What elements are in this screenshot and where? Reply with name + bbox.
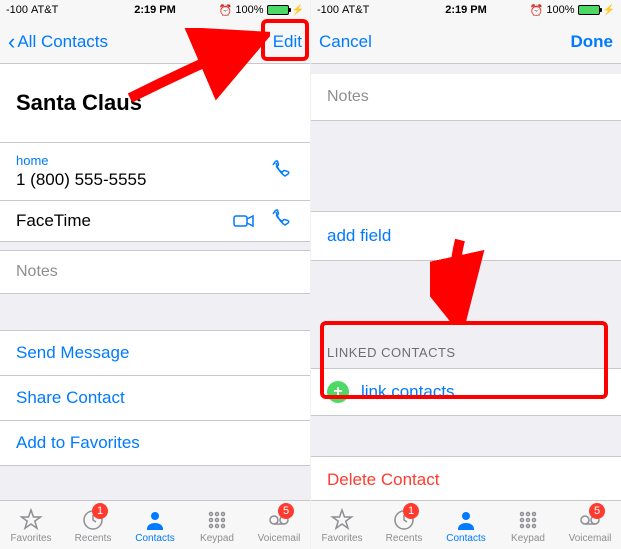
status-time: 2:19 PM xyxy=(134,4,176,16)
tab-label: Contacts xyxy=(446,533,485,544)
recents-badge: 1 xyxy=(92,503,108,519)
charging-icon: ⚡ xyxy=(603,5,615,16)
done-button[interactable]: Done xyxy=(571,32,614,52)
keypad-icon xyxy=(204,507,230,533)
plus-icon: + xyxy=(327,381,349,403)
notes-field[interactable]: Notes xyxy=(311,74,621,121)
add-to-favorites-button[interactable]: Add to Favorites xyxy=(0,420,310,466)
tab-label: Keypad xyxy=(200,533,234,544)
phone-label: home xyxy=(16,153,294,168)
recents-badge: 1 xyxy=(403,503,419,519)
edit-label: Edit xyxy=(273,32,302,52)
signal-strength: -100 xyxy=(317,4,339,16)
person-icon xyxy=(453,507,479,533)
battery-icon xyxy=(267,5,289,15)
tab-recents[interactable]: Recents 1 xyxy=(373,501,435,549)
chevron-left-icon: ‹ xyxy=(8,31,15,53)
tab-bar: Favorites Recents 1 Contacts Keypad Voic… xyxy=(311,500,621,549)
alarm-icon: ⏰ xyxy=(219,4,233,17)
contact-name: Santa Claus xyxy=(0,64,310,143)
tab-label: Recents xyxy=(386,533,423,544)
tab-keypad[interactable]: Keypad xyxy=(186,501,248,549)
tab-voicemail[interactable]: Voicemail 5 xyxy=(248,501,310,549)
link-contacts-button[interactable]: + link contacts… xyxy=(311,368,621,416)
phone-contact-view: -100 AT&T 2:19 PM ⏰ 100% ⚡ ‹ All Contact… xyxy=(0,0,310,549)
tab-contacts[interactable]: Contacts xyxy=(124,501,186,549)
phone-call-icon[interactable] xyxy=(270,160,294,184)
send-message-button[interactable]: Send Message xyxy=(0,330,310,376)
phone-contact-edit: -100 AT&T 2:19 PM ⏰ 100% ⚡ Cancel Done N… xyxy=(311,0,621,549)
tab-recents[interactable]: Recents 1 xyxy=(62,501,124,549)
linked-contacts-header: LINKED CONTACTS xyxy=(311,333,621,368)
tab-favorites[interactable]: Favorites xyxy=(0,501,62,549)
tab-label: Contacts xyxy=(135,533,174,544)
tab-label: Voicemail xyxy=(569,533,612,544)
video-icon[interactable] xyxy=(232,209,256,233)
charging-icon: ⚡ xyxy=(292,5,304,16)
battery-icon xyxy=(578,5,600,15)
voicemail-badge: 5 xyxy=(589,503,605,519)
facetime-row[interactable]: FaceTime xyxy=(0,201,310,242)
share-contact-button[interactable]: Share Contact xyxy=(0,375,310,421)
carrier-name: AT&T xyxy=(342,4,369,16)
tab-label: Keypad xyxy=(511,533,545,544)
phone-row[interactable]: home 1 (800) 555-5555 xyxy=(0,143,310,201)
tab-contacts[interactable]: Contacts xyxy=(435,501,497,549)
tab-label: Voicemail xyxy=(258,533,301,544)
edit-content: Notes add field LINKED CONTACTS + link c… xyxy=(311,64,621,500)
status-bar: -100 AT&T 2:19 PM ⏰ 100% ⚡ xyxy=(311,0,621,20)
nav-bar: ‹ All Contacts Edit xyxy=(0,20,310,64)
battery-percent: 100% xyxy=(546,4,574,16)
tab-label: Recents xyxy=(75,533,112,544)
signal-strength: -100 xyxy=(6,4,28,16)
back-label: All Contacts xyxy=(17,32,108,52)
person-icon xyxy=(142,507,168,533)
done-label: Done xyxy=(571,32,614,52)
phone-number: 1 (800) 555-5555 xyxy=(16,170,294,190)
notes-row[interactable]: Notes xyxy=(0,250,310,294)
keypad-icon xyxy=(515,507,541,533)
tab-voicemail[interactable]: Voicemail 5 xyxy=(559,501,621,549)
battery-percent: 100% xyxy=(235,4,263,16)
cancel-button[interactable]: Cancel xyxy=(319,32,372,52)
status-bar: -100 AT&T 2:19 PM ⏰ 100% ⚡ xyxy=(0,0,310,20)
tab-label: Favorites xyxy=(10,533,51,544)
add-field-button[interactable]: add field xyxy=(311,211,621,261)
phone-call-icon[interactable] xyxy=(270,209,294,233)
nav-bar: Cancel Done xyxy=(311,20,621,64)
alarm-icon: ⏰ xyxy=(530,4,544,17)
cancel-label: Cancel xyxy=(319,32,372,52)
star-icon xyxy=(329,507,355,533)
tab-favorites[interactable]: Favorites xyxy=(311,501,373,549)
status-time: 2:19 PM xyxy=(445,4,487,16)
tab-label: Favorites xyxy=(321,533,362,544)
delete-contact-button[interactable]: Delete Contact xyxy=(311,456,621,500)
link-contacts-label: link contacts… xyxy=(361,382,472,402)
carrier-name: AT&T xyxy=(31,4,58,16)
tab-bar: Favorites Recents 1 Contacts Keypad Voic… xyxy=(0,500,310,549)
voicemail-badge: 5 xyxy=(278,503,294,519)
tab-keypad[interactable]: Keypad xyxy=(497,501,559,549)
back-button[interactable]: ‹ All Contacts xyxy=(8,31,108,53)
star-icon xyxy=(18,507,44,533)
edit-button[interactable]: Edit xyxy=(273,32,302,52)
contact-content: Santa Claus home 1 (800) 555-5555 FaceTi… xyxy=(0,64,310,500)
